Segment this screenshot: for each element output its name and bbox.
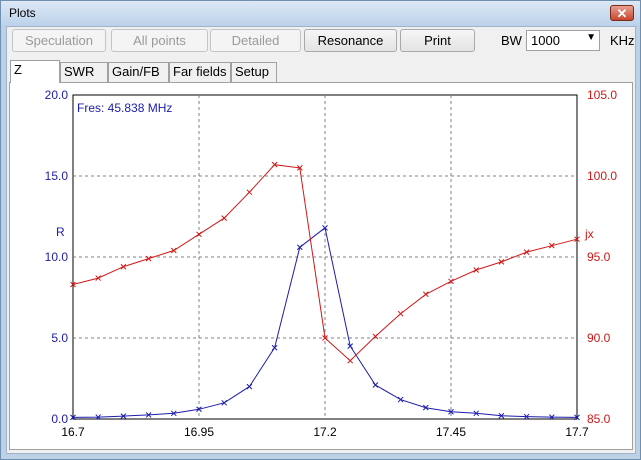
plots-window: Plots ✕ Speculation All points Detailed … [0,0,641,460]
x-tick-label: 16.7 [61,425,85,439]
tab-setup[interactable]: Setup [231,62,277,82]
resonance-annotation: Fres: 45.838 MHz [77,101,172,115]
title-bar[interactable]: Plots ✕ [1,1,640,26]
print-button[interactable]: Print [400,29,475,52]
data-point-jx [347,357,354,364]
resonance-button[interactable]: Resonance [304,29,397,52]
x-tick-label: 17.45 [436,425,466,439]
y-right-tick-label: 100.0 [587,169,617,183]
y-left-tick-label: 15.0 [45,169,69,183]
y-left-tick-label: 0.0 [51,412,68,426]
window-title: Plots [9,6,36,20]
data-point-r [397,396,404,403]
x-tick-label: 17.2 [313,425,337,439]
data-point-r [372,382,379,388]
all-points-button[interactable]: All points [111,29,208,52]
data-point-jx [246,189,253,196]
data-point-jx [170,247,177,254]
y-left-tick-label: 20.0 [45,88,69,102]
y-left-tick-label: 5.0 [51,331,68,345]
x-tick-label: 16.95 [184,425,214,439]
tab-z[interactable]: Z [10,60,60,83]
tab-gain-fb[interactable]: Gain/FB [108,62,169,82]
data-point-jx [422,291,429,298]
z-plot-panel: 16.7 16.95 17.2 17.45 17.7 0.0 5.0 10.0 15.0 20.0… [9,82,633,450]
bw-value: 1000 [531,33,560,48]
impedance-plot: 16.7 16.95 17.2 17.45 17.7 0.0 5.0 10.0 15.0 20.0… [45,88,618,439]
data-point-jx [145,255,152,262]
series-line-r [72,226,578,418]
bw-label: BW [501,33,522,48]
data-point-jx [196,231,202,238]
detailed-button[interactable]: Detailed [210,29,301,52]
close-button[interactable]: ✕ [610,5,634,21]
y-right-tick-label: 95.0 [587,250,611,264]
tab-far-fields[interactable]: Far fields [169,62,231,82]
y-left-axis-label: R [56,225,65,239]
y-right-tick-label: 85.0 [587,412,611,426]
data-point-jx [120,263,127,270]
speculation-button[interactable]: Speculation [12,29,106,52]
data-point-r [246,383,253,390]
y-right-axis-label: jx [584,227,594,241]
y-left-tick-label: 10.0 [45,250,69,264]
bw-unit-label: KHz [610,33,635,48]
chevron-down-icon[interactable]: ▼ [586,32,596,43]
y-right-tick-label: 90.0 [587,331,611,345]
y-right-tick-label: 105.0 [587,88,617,102]
data-point-jx [498,259,505,265]
x-tick-label: 17.7 [565,425,589,439]
client-area: Speculation All points Detailed Resonanc… [6,26,636,454]
data-point-jx [397,310,404,317]
data-point-jx [221,215,228,221]
bw-select[interactable]: 1000 ▼ [526,30,600,51]
tab-swr[interactable]: SWR [60,62,108,82]
